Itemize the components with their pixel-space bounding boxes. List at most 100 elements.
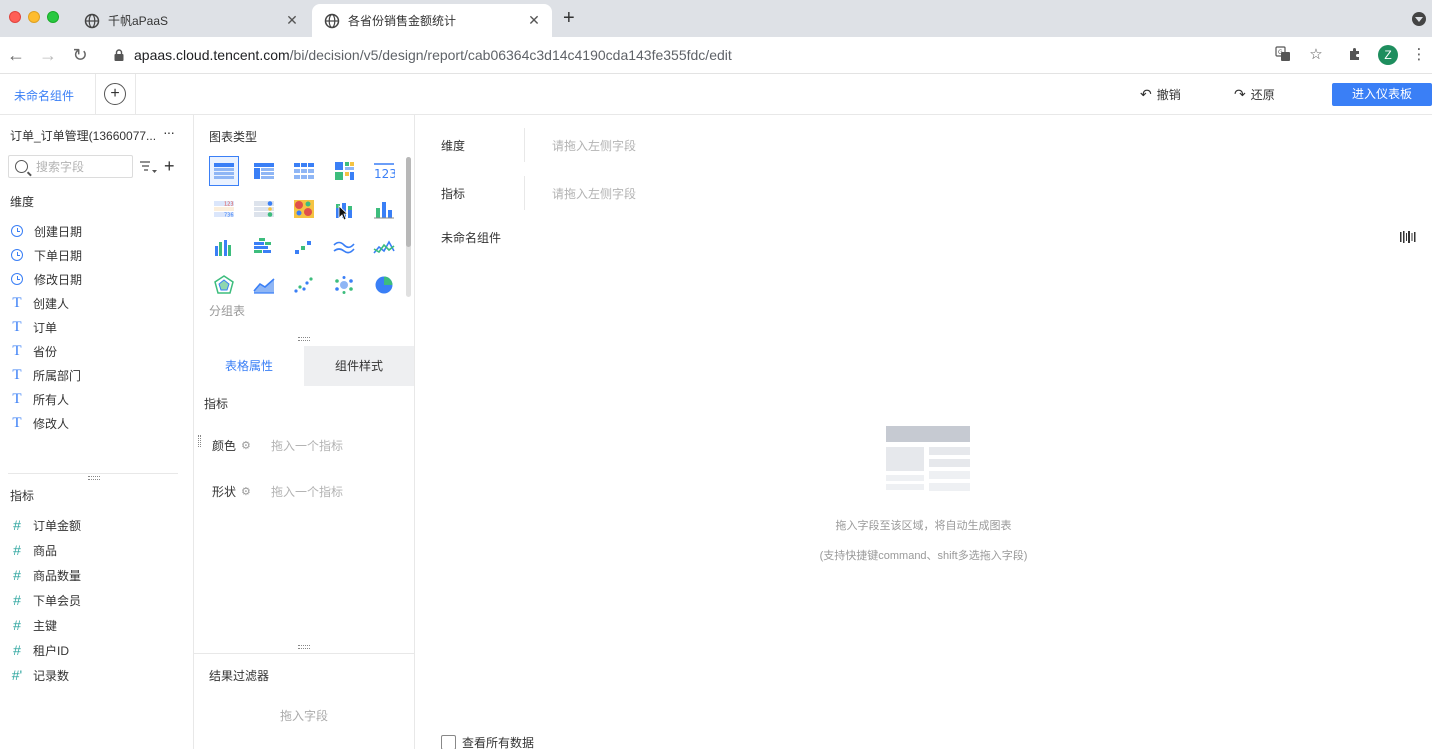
chart-type-area[interactable]: [249, 270, 279, 300]
number-hash-icon: #: [13, 642, 21, 658]
widget-title[interactable]: 未命名组件: [441, 229, 501, 246]
measure-field[interactable]: # 主键: [10, 615, 57, 635]
measure-field[interactable]: # 商品: [10, 540, 57, 560]
tab-search-icon[interactable]: [1412, 12, 1426, 26]
chart-type-radar[interactable]: [209, 270, 239, 300]
chart-type-kpi-number[interactable]: 123: [369, 156, 399, 186]
dimension-field[interactable]: T 所有人: [10, 389, 69, 409]
text-type-icon: T: [12, 366, 22, 383]
chart-type-cross-table[interactable]: [249, 156, 279, 186]
dimension-field[interactable]: 下单日期: [10, 245, 82, 265]
field-label: 创建日期: [34, 224, 83, 239]
more-icon[interactable]: ···: [163, 124, 175, 140]
browser-tab-qianfan[interactable]: 千帆aPaaS ✕: [72, 4, 310, 37]
chart-type-waterfall[interactable]: [289, 232, 319, 262]
divider: [8, 473, 178, 474]
filter-drop-zone[interactable]: 拖入字段: [280, 707, 328, 724]
dimension-field[interactable]: T 订单: [10, 317, 57, 337]
dimension-drop-zone[interactable]: 请拖入左侧字段: [552, 137, 636, 154]
measure-field[interactable]: #' 记录数: [10, 665, 69, 685]
chart-type-bar[interactable]: [249, 232, 279, 262]
back-icon[interactable]: ←: [6, 45, 26, 65]
redo-button[interactable]: ↷ 还原: [1234, 86, 1275, 103]
search-input[interactable]: [36, 159, 128, 174]
add-field-icon[interactable]: +: [164, 156, 175, 177]
close-icon[interactable]: ✕: [526, 12, 542, 29]
add-component-button[interactable]: +: [104, 83, 126, 105]
prop-drop-zone[interactable]: 拖入一个指标: [271, 483, 343, 500]
text-type-icon: T: [12, 390, 22, 407]
chart-type-grouped-column[interactable]: [209, 232, 239, 262]
scrollbar-thumb[interactable]: [406, 157, 411, 247]
bookmark-star-icon[interactable]: ☆: [1307, 46, 1325, 64]
chart-type-line[interactable]: [329, 232, 359, 262]
new-tab-button[interactable]: +: [563, 8, 575, 28]
measure-shelf: 指标 请拖入左侧字段: [415, 172, 1432, 212]
resize-handle[interactable]: [298, 645, 310, 649]
dimension-field[interactable]: T 所属部门: [10, 365, 81, 385]
lock-icon: [114, 49, 124, 61]
chart-type-title: 图表类型: [209, 130, 258, 144]
minimize-window-button[interactable]: [28, 11, 40, 23]
barcode-icon[interactable]: [1400, 231, 1416, 246]
tab-table-properties[interactable]: 表格属性: [194, 346, 304, 386]
svg-text:736: 736: [224, 213, 234, 219]
chart-type-column[interactable]: [369, 194, 399, 224]
chart-type-scatter[interactable]: [289, 270, 319, 300]
measure-field[interactable]: # 下单会员: [10, 590, 81, 610]
resize-handle[interactable]: [88, 476, 100, 480]
search-box: [8, 155, 133, 178]
maximize-window-button[interactable]: [47, 11, 59, 23]
forward-icon[interactable]: →: [38, 45, 58, 65]
enter-dashboard-button[interactable]: 进入仪表板: [1332, 83, 1432, 106]
browser-menu-icon[interactable]: ⋮: [1410, 46, 1428, 64]
url-field[interactable]: apaas.cloud.tencent.com/bi/decision/v5/d…: [114, 47, 732, 63]
translate-icon[interactable]: G: [1274, 46, 1292, 64]
dimension-field[interactable]: 创建日期: [10, 221, 82, 241]
chart-type-scrollbar[interactable]: [406, 157, 411, 297]
close-icon[interactable]: ✕: [284, 12, 300, 29]
chart-type-heatmap[interactable]: [289, 194, 319, 224]
chart-type-kpi-card[interactable]: 123 736: [209, 194, 239, 224]
reload-icon[interactable]: ↻: [70, 45, 90, 65]
chart-type-polyline[interactable]: [369, 232, 399, 262]
gear-icon[interactable]: ⚙: [241, 439, 271, 452]
measure-field[interactable]: # 商品数量: [10, 565, 81, 585]
chart-type-pie[interactable]: [369, 270, 399, 300]
tab-component-style[interactable]: 组件样式: [304, 346, 414, 386]
prop-drop-zone[interactable]: 拖入一个指标: [271, 437, 343, 454]
field-label: 租户ID: [33, 643, 70, 658]
undo-button[interactable]: ↶ 撤销: [1140, 86, 1181, 103]
view-all-checkbox[interactable]: [441, 735, 456, 749]
field-label: 记录数: [33, 668, 70, 683]
text-type-icon: T: [12, 318, 22, 335]
view-all-data-toggle[interactable]: 查看所有数据: [441, 734, 534, 749]
resize-handle[interactable]: [298, 337, 310, 341]
chart-type-bubble[interactable]: [329, 270, 359, 300]
measure-drop-zone[interactable]: 请拖入左侧字段: [552, 185, 636, 202]
dimension-field[interactable]: T 修改人: [10, 413, 69, 433]
profile-avatar[interactable]: Z: [1378, 45, 1398, 65]
chart-type-grouped-table[interactable]: [209, 156, 239, 186]
sort-filter-icon[interactable]: [140, 160, 158, 177]
drag-handle[interactable]: [198, 435, 201, 447]
chart-type-indicator-card[interactable]: [249, 194, 279, 224]
measure-field[interactable]: # 订单金额: [10, 515, 81, 535]
dimension-field[interactable]: T 省份: [10, 341, 57, 361]
component-name-tab[interactable]: 未命名组件: [14, 87, 74, 104]
measure-field[interactable]: # 租户ID: [10, 640, 69, 660]
browser-tab-report[interactable]: 各省份销售金额统计 ✕: [312, 4, 552, 37]
dimension-field[interactable]: 修改日期: [10, 269, 82, 289]
chart-type-block-table[interactable]: [329, 156, 359, 186]
close-window-button[interactable]: [9, 11, 21, 23]
divider: [194, 653, 414, 654]
globe-icon: [84, 13, 100, 28]
field-label: 下单会员: [33, 593, 82, 608]
chart-type-detail-table[interactable]: [289, 156, 319, 186]
divider: [524, 176, 525, 210]
extensions-puzzle-icon[interactable]: [1346, 46, 1364, 64]
field-label: 商品: [33, 543, 58, 558]
gear-icon[interactable]: ⚙: [241, 485, 271, 498]
dataset-title[interactable]: 订单_订单管理(13660077...: [10, 127, 156, 144]
dimension-field[interactable]: T 创建人: [10, 293, 69, 313]
